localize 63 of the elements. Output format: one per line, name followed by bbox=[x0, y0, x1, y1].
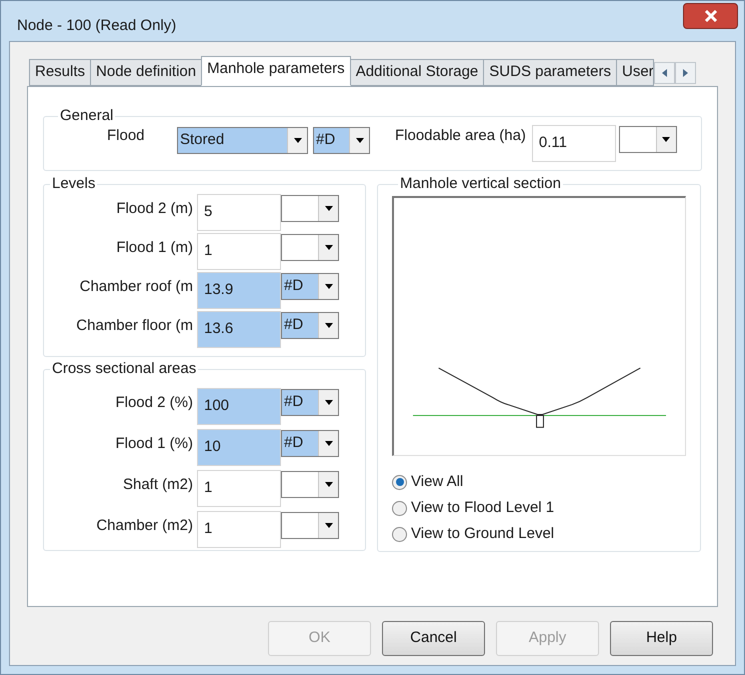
dropdown[interactable] bbox=[281, 471, 339, 498]
dropdown[interactable] bbox=[618, 126, 677, 153]
caret-icon bbox=[662, 137, 670, 142]
dropdown[interactable]: #D bbox=[281, 389, 339, 416]
caret-icon bbox=[324, 441, 332, 446]
dropdown[interactable]: #D bbox=[313, 127, 370, 154]
caret-icon bbox=[324, 482, 332, 487]
field-label: Flood 1 (%) bbox=[114, 434, 194, 454]
dropdown[interactable]: #D bbox=[281, 273, 339, 300]
field-label: Shaft (m2) bbox=[122, 475, 194, 495]
caret-icon bbox=[356, 138, 364, 143]
field-label: Floodable area (ha) bbox=[394, 126, 527, 146]
scroll-right-button[interactable] bbox=[675, 62, 696, 84]
radio-option[interactable]: View All bbox=[392, 472, 686, 492]
right-arrow-icon bbox=[683, 69, 688, 77]
dropdown[interactable]: Stored bbox=[177, 127, 308, 154]
window-title: Node - 100 (Read Only) bbox=[17, 16, 176, 36]
tab[interactable]: Node definition bbox=[90, 59, 202, 86]
dialog-button[interactable]: Cancel bbox=[382, 621, 485, 656]
field-label: Flood 2 (%) bbox=[114, 393, 194, 413]
caret-icon bbox=[324, 206, 332, 211]
input-field[interactable]: 1 bbox=[197, 511, 281, 548]
field-label: Flood 1 (m) bbox=[115, 238, 194, 258]
field-label: Chamber roof (m bbox=[78, 277, 194, 297]
input-field[interactable]: 1 bbox=[197, 233, 281, 270]
field-label: Chamber floor (m bbox=[75, 316, 194, 336]
dropdown[interactable]: #D bbox=[281, 312, 339, 339]
group-title: Manhole vertical section bbox=[399, 176, 562, 192]
input-field[interactable]: 100 bbox=[197, 388, 281, 425]
dropdown[interactable] bbox=[281, 234, 339, 261]
input-field[interactable]: 0.11 bbox=[532, 125, 616, 162]
radio-option[interactable]: View to Ground Level bbox=[392, 524, 686, 544]
input-field[interactable]: 1 bbox=[197, 470, 281, 507]
input-field[interactable]: 10 bbox=[197, 429, 281, 466]
dropdown[interactable]: #D bbox=[281, 430, 339, 457]
group-title: Cross sectional areas bbox=[51, 361, 198, 377]
caret-icon bbox=[324, 323, 332, 328]
left-arrow-icon bbox=[662, 69, 667, 77]
dropdown[interactable] bbox=[281, 512, 339, 539]
tab[interactable]: Manhole parameters bbox=[201, 56, 351, 86]
tab[interactable]: User bbox=[616, 59, 654, 86]
input-field[interactable]: 13.6 bbox=[197, 311, 281, 348]
dropdown[interactable] bbox=[281, 195, 339, 222]
input-field[interactable]: 13.9 bbox=[197, 272, 281, 309]
tab[interactable]: Additional Storage bbox=[350, 59, 484, 86]
caret-icon bbox=[324, 245, 332, 250]
field-label: Chamber (m2) bbox=[95, 516, 194, 536]
caret-icon bbox=[324, 400, 332, 405]
input-field[interactable]: 5 bbox=[197, 194, 281, 231]
radio-option[interactable]: View to Flood Level 1 bbox=[392, 498, 686, 518]
field-label: Flood bbox=[106, 126, 146, 146]
caret-icon bbox=[294, 138, 302, 143]
caret-icon bbox=[324, 284, 332, 289]
group-title: General bbox=[59, 108, 114, 124]
field-label: Flood 2 (m) bbox=[115, 199, 194, 219]
scroll-left-button[interactable] bbox=[654, 62, 675, 84]
close-icon bbox=[704, 10, 718, 22]
close-button[interactable] bbox=[683, 3, 738, 29]
dialog-button[interactable]: Help bbox=[610, 621, 713, 656]
caret-icon bbox=[324, 523, 332, 528]
tab[interactable]: SUDS parameters bbox=[483, 59, 617, 86]
group-title: Levels bbox=[51, 176, 96, 192]
tab[interactable]: Results bbox=[29, 59, 92, 86]
